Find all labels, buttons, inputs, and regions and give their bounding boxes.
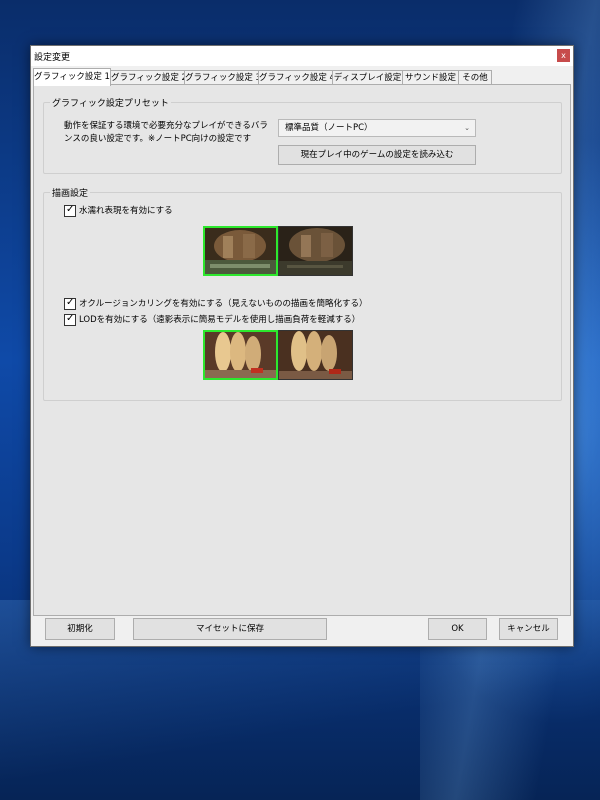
close-button[interactable]: x — [557, 49, 570, 62]
settings-dialog: 設定変更 x グラフィック設定 1 グラフィック設定 2 グラフィック設定 3 … — [30, 45, 574, 647]
wet-effect-label: 水濡れ表現を有効にする — [79, 206, 173, 216]
wet-effect-preview-on — [203, 226, 278, 276]
preset-group: グラフィック設定プリセット 動作を保証する環境で必要充分なプレイができるバランス… — [43, 96, 562, 174]
checkmark-icon: ✓ — [66, 297, 75, 308]
tab-display[interactable]: ディスプレイ設定 — [332, 70, 403, 85]
tab-graphics-1[interactable]: グラフィック設定 1 — [33, 68, 111, 86]
occlusion-culling-label: オクルージョンカリングを有効にする（見えないものの描画を簡略化する） — [79, 299, 368, 309]
wet-preview-on-image — [205, 228, 276, 274]
preset-selected-value: 標準品質（ノートPC） — [285, 123, 373, 133]
lod-preview-off — [278, 330, 353, 380]
lod-preview-off-image — [279, 331, 352, 379]
tab-strip: グラフィック設定 1 グラフィック設定 2 グラフィック設定 3 グラフィック設… — [33, 68, 569, 86]
window-title: 設定変更 — [34, 53, 71, 63]
title-bar[interactable]: 設定変更 x — [31, 46, 573, 66]
checkmark-icon: ✓ — [66, 204, 75, 215]
cancel-button[interactable]: キャンセル — [499, 618, 558, 640]
wet-preview-off-image — [279, 227, 352, 275]
render-group-title: 描画設定 — [50, 186, 91, 199]
preset-group-title: グラフィック設定プリセット — [50, 96, 171, 109]
render-settings-group: 描画設定 ✓ 水濡れ表現を有効にする ✓ オクルージョンカリングを有効にする（見… — [43, 186, 562, 401]
load-current-settings-button[interactable]: 現在プレイ中のゲームの設定を読み込む — [278, 145, 476, 165]
preset-description: 動作を保証する環境で必要充分なプレイができるバランスの良い設定です。※ノートPC… — [64, 121, 268, 144]
lod-preview-on-image — [205, 332, 276, 378]
save-preset-button[interactable]: マイセットに保存 — [133, 618, 327, 640]
lod-checkbox[interactable]: ✓ — [64, 313, 76, 326]
tab-graphics-2[interactable]: グラフィック設定 2 — [110, 70, 187, 85]
occlusion-culling-checkbox[interactable]: ✓ — [64, 297, 76, 310]
close-icon: x — [561, 51, 566, 60]
tab-panel-graphics-1: グラフィック設定プリセット 動作を保証する環境で必要充分なプレイができるバランス… — [33, 84, 571, 616]
checkmark-icon: ✓ — [66, 313, 75, 324]
chevron-down-icon: ⌄ — [464, 124, 470, 132]
tab-sound[interactable]: サウンド設定 — [402, 70, 459, 85]
wet-effect-preview-off — [278, 226, 353, 276]
lod-preview-on — [203, 330, 278, 380]
tab-graphics-3[interactable]: グラフィック設定 3 — [184, 70, 261, 85]
reset-button[interactable]: 初期化 — [45, 618, 115, 640]
lod-label: LODを有効にする（遠影表示に簡易モデルを使用し描画負荷を軽減する） — [79, 315, 361, 325]
wet-effect-checkbox[interactable]: ✓ — [64, 204, 76, 217]
tab-other[interactable]: その他 — [458, 70, 492, 85]
ok-button[interactable]: OK — [428, 618, 487, 640]
tab-graphics-4[interactable]: グラフィック設定 4 — [258, 70, 335, 85]
preset-select[interactable]: 標準品質（ノートPC） ⌄ — [278, 119, 476, 137]
